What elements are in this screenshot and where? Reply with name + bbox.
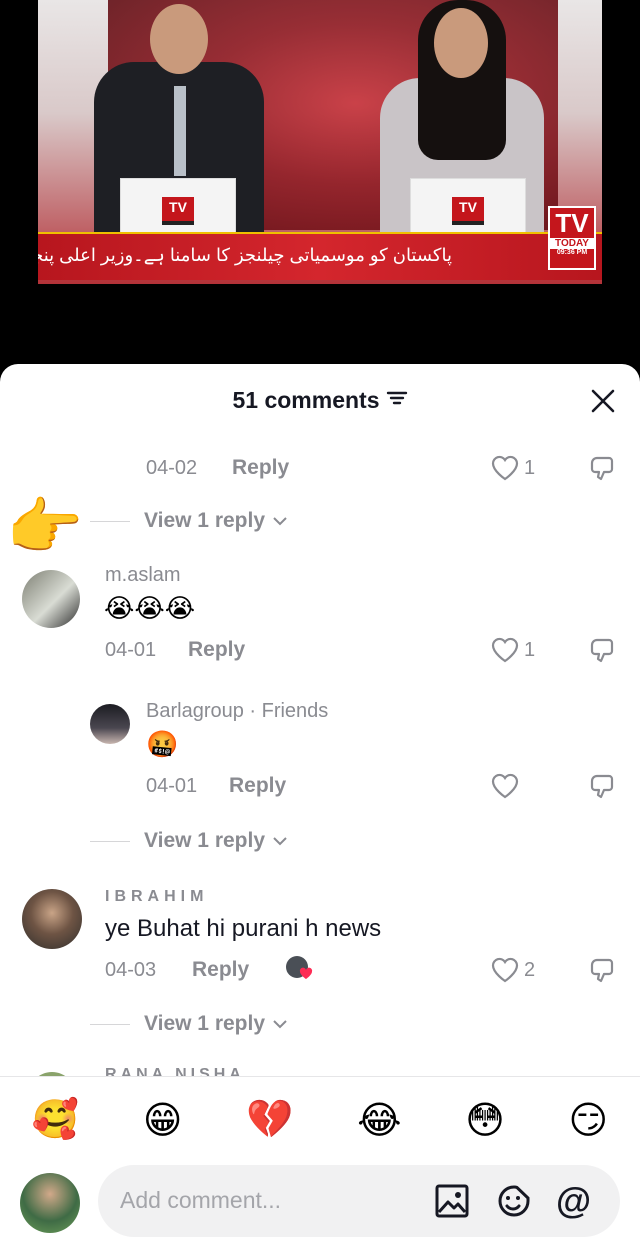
comment-username[interactable]: Barlagroup · Friends xyxy=(146,700,328,723)
emoji-smiling-hearts[interactable]: 🥰 xyxy=(32,1098,79,1142)
ticker-text: پاکستان کو موسمیاتی چیلنجز کا سامنا ہے۔و… xyxy=(38,245,452,265)
comment-input[interactable]: Add comment... @ xyxy=(98,1165,620,1237)
view-replies-button[interactable]: View 1 reply xyxy=(90,829,289,853)
comment-footer: 04-01 Reply 1 xyxy=(105,636,616,666)
video-player[interactable]: TV TV پاکستان کو موسمیاتی چیلنجز کا سامن… xyxy=(0,0,640,380)
creator-liked-badge xyxy=(286,956,313,982)
pointing-hand-emoji: 👉 xyxy=(6,493,84,562)
comment-date: 04-03 xyxy=(105,959,157,981)
view-replies-button[interactable]: View 1 reply xyxy=(90,509,289,533)
reply-button[interactable]: Reply xyxy=(192,958,249,982)
comment-text: 😭😭😭 xyxy=(104,593,196,623)
male-anchor-tie xyxy=(174,86,186,176)
dislike-icon[interactable] xyxy=(588,956,618,991)
composer-divider xyxy=(0,1076,640,1077)
comment-date: 04-02 xyxy=(146,457,198,479)
like-icon[interactable] xyxy=(490,636,520,669)
avatar[interactable] xyxy=(90,704,130,744)
chevron-down-icon xyxy=(273,1020,287,1029)
like-count: 1 xyxy=(524,639,536,661)
comment-date: 04-01 xyxy=(146,775,198,797)
comment-username[interactable]: IBRAHIM xyxy=(105,888,208,906)
male-anchor-head xyxy=(150,4,208,74)
comment-text: ye Buhat hi purani h news xyxy=(105,915,382,942)
close-icon[interactable] xyxy=(588,386,618,416)
reply-button[interactable]: Reply xyxy=(232,456,289,480)
like-icon[interactable] xyxy=(490,772,520,805)
channel-logo-sub: TODAY xyxy=(550,238,594,249)
comments-sheet: 51 comments 04-02 Reply 1 👉 View 1 reply… xyxy=(0,364,640,1241)
emoji-broken-heart[interactable]: 💔 xyxy=(246,1098,293,1142)
dislike-icon[interactable] xyxy=(588,772,618,807)
like-count: 2 xyxy=(524,959,536,981)
video-frame: TV TV پاکستان کو موسمیاتی چیلنجز کا سامن… xyxy=(38,0,602,284)
news-desk-right: TV xyxy=(410,178,526,236)
avatar[interactable] xyxy=(22,889,82,949)
desk-logo: TV xyxy=(162,197,194,225)
comment-footer: 04-02 Reply 1 xyxy=(146,454,616,484)
comment-footer: 04-01 Reply xyxy=(146,772,616,802)
comment-date: 04-01 xyxy=(105,639,157,661)
comment-username[interactable]: m.aslam xyxy=(105,564,181,587)
view-replies-label: View 1 reply xyxy=(144,509,266,532)
like-icon[interactable] xyxy=(490,956,520,989)
reply-button[interactable]: Reply xyxy=(188,638,245,662)
sort-filter-icon[interactable] xyxy=(386,389,408,412)
chevron-down-icon xyxy=(273,517,287,526)
female-anchor-head xyxy=(434,8,488,78)
comment-footer: 04-03 Reply 2 xyxy=(105,956,616,986)
channel-logo-main: TV xyxy=(555,208,589,238)
comment-input-placeholder: Add comment... xyxy=(120,1187,282,1213)
dislike-icon[interactable] xyxy=(588,636,618,671)
emoji-smirk[interactable]: 😏 xyxy=(569,1098,609,1143)
mention-icon[interactable]: @ xyxy=(556,1181,596,1221)
heart-icon xyxy=(299,967,313,979)
dislike-icon[interactable] xyxy=(588,454,618,489)
view-replies-label: View 1 reply xyxy=(144,829,266,852)
view-replies-line xyxy=(90,840,130,842)
image-icon[interactable] xyxy=(432,1181,472,1221)
comment-text: 🤬 xyxy=(146,729,179,759)
comments-title: 51 comments xyxy=(232,386,380,413)
view-replies-button[interactable]: View 1 reply xyxy=(90,1012,289,1036)
comments-header: 51 comments xyxy=(0,364,640,436)
view-replies-label: View 1 reply xyxy=(144,1012,266,1035)
like-count: 1 xyxy=(524,457,536,479)
channel-logo: TV TODAY 09:36 PM xyxy=(548,206,596,270)
emoji-flushed[interactable]: 😳 xyxy=(465,1098,505,1143)
news-desk-left: TV xyxy=(120,178,236,236)
desk-logo: TV xyxy=(452,197,484,225)
avatar[interactable] xyxy=(22,570,80,628)
current-user-avatar[interactable] xyxy=(20,1173,80,1233)
sticker-emoji-icon[interactable] xyxy=(494,1181,534,1221)
emoji-tears-of-joy[interactable]: 😂 xyxy=(357,1098,401,1143)
quick-emoji-bar: 🥰 😁 💔 😂 😳 😏 xyxy=(0,1086,640,1154)
emoji-grin[interactable]: 😁 xyxy=(143,1098,183,1143)
channel-logo-time: 09:36 PM xyxy=(556,249,588,256)
view-replies-line xyxy=(90,1023,130,1025)
view-replies-line xyxy=(90,520,130,522)
chevron-down-icon xyxy=(273,837,287,846)
reply-button[interactable]: Reply xyxy=(229,774,286,798)
news-ticker: پاکستان کو موسمیاتی چیلنجز کا سامنا ہے۔و… xyxy=(38,232,602,280)
like-icon[interactable] xyxy=(490,454,520,487)
